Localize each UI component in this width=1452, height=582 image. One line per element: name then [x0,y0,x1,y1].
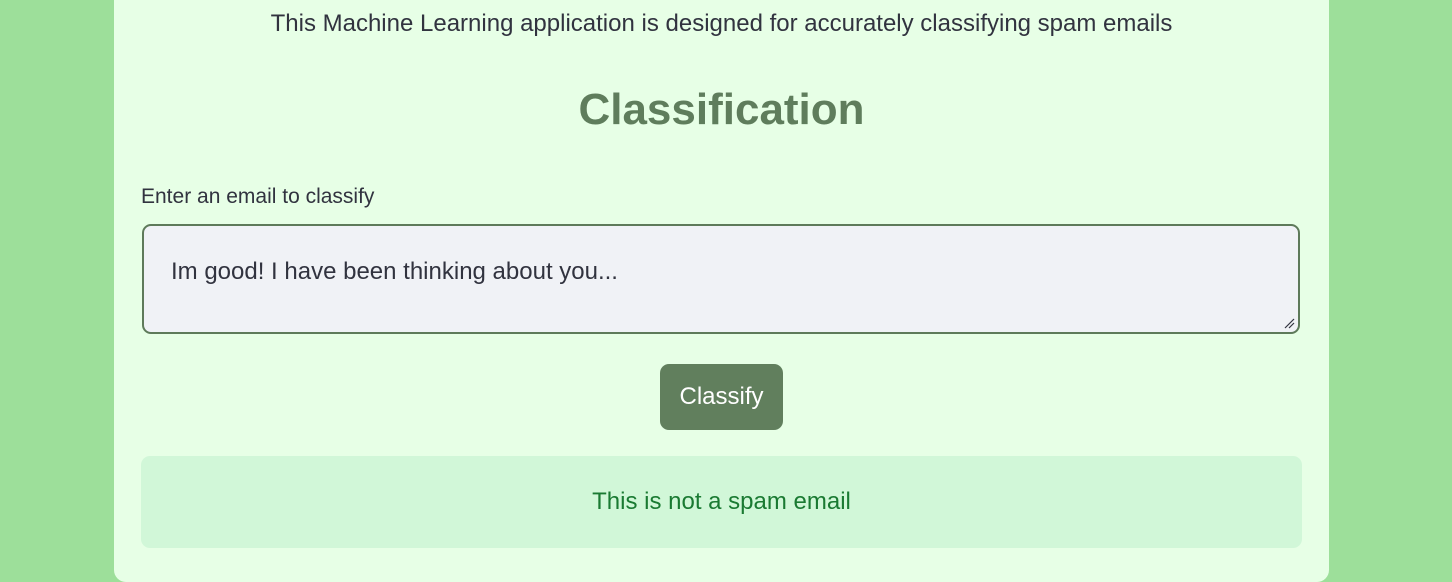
resize-handle-icon[interactable] [1283,317,1295,329]
email-input-label: Enter an email to classify [141,185,375,208]
app-description: This Machine Learning application is des… [270,10,1173,37]
classify-button[interactable]: Classify [660,364,783,430]
email-textarea-value: Im good! I have been thinking about you.… [171,258,618,285]
result-alert: This is not a spam email [141,456,1302,548]
page-title: Classification [578,85,865,134]
email-textarea[interactable]: Im good! I have been thinking about you.… [142,224,1300,334]
result-message: This is not a spam email [592,488,851,515]
main-card: This Machine Learning application is des… [114,0,1329,582]
